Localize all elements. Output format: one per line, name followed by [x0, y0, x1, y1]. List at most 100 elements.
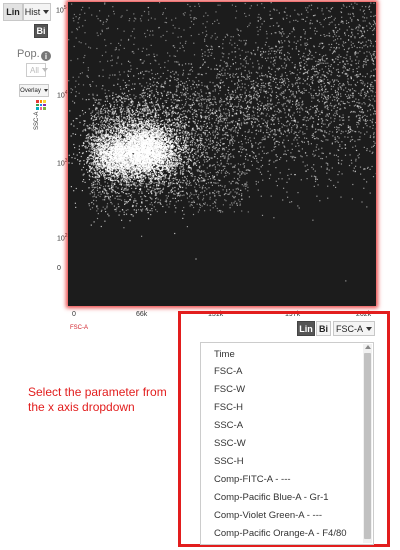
scatter-point — [108, 125, 110, 127]
scatter-point — [105, 151, 107, 153]
scatter-point — [170, 182, 172, 184]
scatter-point — [180, 169, 182, 171]
scatter-point — [111, 148, 113, 151]
scatter-point — [141, 174, 144, 176]
scatter-point — [154, 172, 156, 174]
scatter-point — [174, 123, 177, 125]
scatter-point — [162, 152, 164, 154]
scatter-point — [73, 153, 75, 155]
lin-scale-button[interactable]: Lin — [3, 3, 23, 21]
scatter-point — [87, 134, 89, 136]
scatter-point — [180, 160, 182, 162]
scatter-point — [172, 146, 174, 148]
scatter-point — [133, 157, 135, 159]
scatter-point — [91, 151, 94, 153]
scatter-point — [147, 212, 149, 214]
scatter-point — [116, 129, 118, 131]
scatter-point — [85, 150, 88, 153]
scatter-point — [129, 179, 132, 181]
scatter-point — [143, 114, 145, 116]
scatter-point — [181, 117, 183, 119]
scatter-point — [170, 160, 172, 162]
scatter-point — [125, 86, 127, 88]
scatter-point — [204, 156, 206, 158]
scatter-point — [104, 100, 106, 102]
lin-scale-label: Lin — [6, 7, 20, 17]
scatter-point — [153, 168, 155, 170]
scatter-point — [179, 140, 181, 142]
scatter-point — [160, 137, 162, 139]
scatter-point — [136, 149, 138, 151]
scatter-point — [197, 120, 199, 122]
scatter-point — [141, 118, 143, 120]
scatter-point — [85, 135, 88, 137]
y-tick: 102 — [57, 233, 68, 243]
chevron-down-icon — [43, 10, 50, 14]
scatter-point — [182, 164, 184, 166]
scatter-point — [141, 178, 143, 180]
y-tick: 105 — [56, 5, 67, 15]
scatter-point — [106, 98, 108, 100]
overlay-label: Overlay — [20, 87, 41, 94]
scatter-point — [244, 155, 247, 158]
scatter-point — [119, 152, 121, 154]
bi-button[interactable]: Bi — [34, 24, 48, 38]
scatter-point — [164, 148, 166, 150]
y-tick: 0 — [57, 265, 61, 272]
color-palette-icon[interactable] — [36, 100, 46, 110]
scatter-point — [180, 142, 182, 144]
scatter-point — [121, 174, 123, 176]
overlay-dropdown[interactable]: Overlay — [19, 84, 49, 97]
scatter-point — [93, 169, 95, 171]
scatter-point — [139, 112, 141, 114]
scatter-point — [108, 215, 110, 217]
scatter-point — [148, 117, 150, 119]
scatter-point — [112, 94, 114, 96]
scatter-point — [168, 192, 170, 194]
scatter-point — [174, 168, 176, 171]
scatter-point — [175, 167, 177, 169]
scatter-point — [84, 140, 86, 142]
scatter-point — [89, 84, 91, 86]
scatter-point — [121, 159, 123, 161]
plot-type-dropdown[interactable]: Hist — [23, 3, 51, 21]
scatter-point — [133, 201, 135, 203]
scatter-point — [113, 180, 115, 182]
scatter-point — [105, 163, 107, 165]
scatter-plot[interactable] — [68, 2, 376, 306]
scatter-point — [182, 167, 185, 169]
scatter-point — [121, 176, 123, 178]
scatter-point — [97, 179, 99, 181]
scatter-point — [106, 159, 109, 161]
scatter-point — [117, 142, 119, 144]
scatter-point — [159, 193, 161, 195]
scatter-point — [150, 134, 152, 136]
scatter-point — [160, 172, 162, 174]
scatter-point — [163, 155, 165, 157]
scatter-point — [127, 200, 129, 203]
scatter-point — [131, 172, 133, 174]
scatter-point — [155, 193, 157, 195]
scatter-point — [174, 170, 176, 173]
scatter-point — [73, 143, 75, 146]
scatter-point — [128, 113, 130, 115]
population-label: Pop. — [17, 48, 40, 60]
scatter-point — [147, 218, 150, 220]
population-select[interactable]: All — [26, 63, 48, 77]
scatter-point — [132, 215, 134, 217]
scatter-point — [115, 208, 117, 210]
info-icon[interactable]: i — [41, 51, 51, 61]
scatter-point — [183, 162, 186, 164]
scatter-point — [161, 155, 163, 157]
scatter-point — [124, 133, 126, 135]
scatter-point — [108, 178, 110, 180]
scatter-point — [99, 118, 101, 120]
scatter-point — [133, 176, 136, 178]
scatter-point — [148, 192, 150, 194]
scatter-point — [150, 98, 152, 100]
scatter-point — [96, 183, 98, 185]
scatter-point — [88, 108, 90, 110]
scatter-plot-canvas — [68, 2, 376, 282]
scatter-point — [157, 171, 159, 174]
scatter-point — [149, 133, 151, 136]
